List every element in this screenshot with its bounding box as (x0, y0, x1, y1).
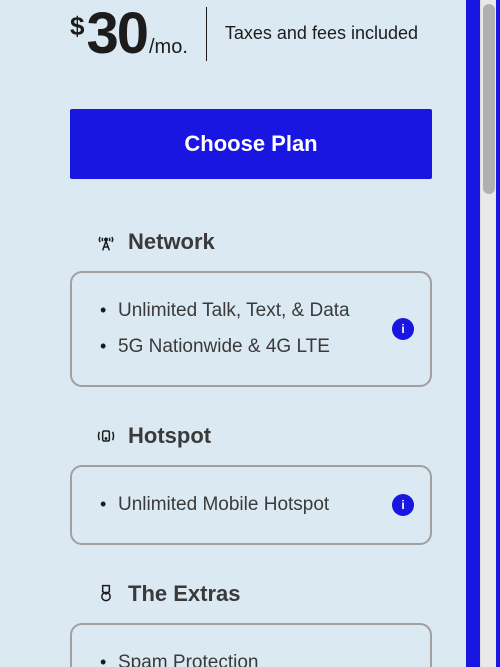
list-item: Spam Protection (96, 645, 384, 667)
section-hotspot-header: Hotspot (70, 423, 432, 449)
section-network-title: Network (128, 229, 215, 255)
list-item: Unlimited Mobile Hotspot (96, 487, 384, 523)
price-block: $ 30 /mo. (70, 0, 188, 67)
hotspot-icon (96, 426, 116, 446)
section-hotspot-title: Hotspot (128, 423, 211, 449)
scrollbar-track[interactable] (480, 0, 496, 667)
hotspot-feature-list: Unlimited Mobile Hotspot (96, 487, 384, 523)
section-hotspot: Hotspot Unlimited Mobile Hotspot i (70, 423, 432, 545)
extras-card: Spam Protection Unlimited Talk & Text to… (70, 623, 432, 667)
price-currency: $ (70, 11, 84, 42)
price-per: /mo. (149, 36, 188, 59)
price-divider (206, 7, 207, 61)
hotspot-card: Unlimited Mobile Hotspot i (70, 465, 432, 545)
price-row: $ 30 /mo. Taxes and fees included (70, 0, 432, 67)
scrollbar-thumb[interactable] (483, 4, 495, 194)
section-network-header: Network (70, 229, 432, 255)
section-extras: The Extras Spam Protection Unlimited Tal… (70, 581, 432, 667)
list-item: Unlimited Talk, Text, & Data (96, 293, 384, 329)
section-extras-header: The Extras (70, 581, 432, 607)
tax-note: Taxes and fees included (225, 22, 418, 45)
tower-icon (96, 232, 116, 252)
plan-content: $ 30 /mo. Taxes and fees included Choose… (0, 0, 466, 667)
network-feature-list: Unlimited Talk, Text, & Data 5G Nationwi… (96, 293, 384, 365)
plan-viewport: $ 30 /mo. Taxes and fees included Choose… (0, 0, 466, 667)
info-icon[interactable]: i (392, 494, 414, 516)
list-item: 5G Nationwide & 4G LTE (96, 329, 384, 365)
choose-plan-button[interactable]: Choose Plan (70, 109, 432, 179)
medal-icon (96, 584, 116, 604)
info-icon[interactable]: i (392, 318, 414, 340)
network-card: Unlimited Talk, Text, & Data 5G Nationwi… (70, 271, 432, 387)
price-amount: 30 (86, 0, 147, 67)
extras-feature-list: Spam Protection Unlimited Talk & Text to… (96, 645, 384, 667)
section-extras-title: The Extras (128, 581, 241, 607)
section-network: Network Unlimited Talk, Text, & Data 5G … (70, 229, 432, 387)
